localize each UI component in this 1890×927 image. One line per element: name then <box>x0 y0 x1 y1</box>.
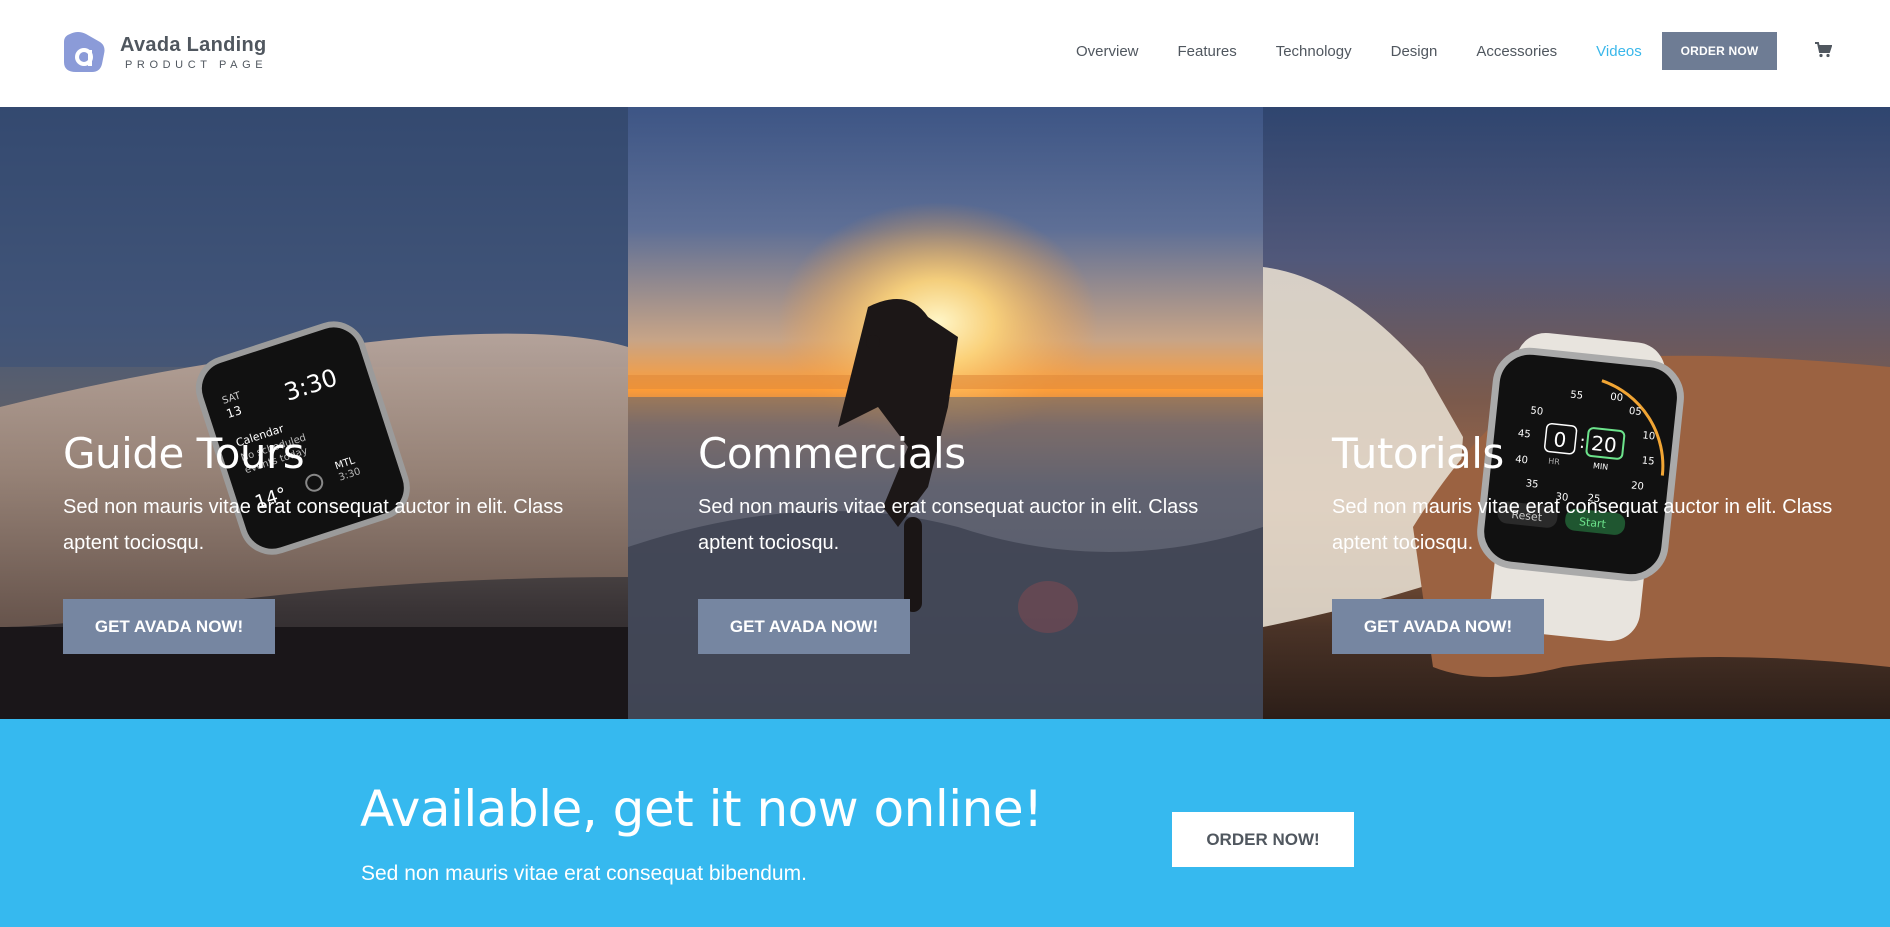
panel-title: Commercials <box>698 429 966 478</box>
feature-panels: SAT 13 3:30 Calendar No scheduled events… <box>0 107 1890 719</box>
nav-videos[interactable]: Videos <box>1596 43 1642 60</box>
nav-technology[interactable]: Technology <box>1276 43 1352 60</box>
panel-title: Guide Tours <box>63 429 305 478</box>
site-header: Avada Landing PRODUCT PAGE Overview Feat… <box>0 0 1890 107</box>
order-now-button[interactable]: ORDER NOW <box>1662 32 1777 70</box>
cta-subtitle: Sed non mauris vitae erat consequat bibe… <box>361 862 807 885</box>
cart-icon[interactable] <box>1814 41 1833 59</box>
panel-text: Sed non mauris vitae erat consequat auct… <box>1332 496 1833 554</box>
get-avada-button[interactable]: GET AVADA NOW! <box>63 599 275 654</box>
get-avada-button[interactable]: GET AVADA NOW! <box>1332 599 1544 654</box>
svg-text:05: 05 <box>1628 406 1642 418</box>
panel-commercials: Commercials Sed non mauris vitae erat co… <box>628 107 1263 719</box>
logo-subtitle: PRODUCT PAGE <box>125 58 268 71</box>
get-avada-button[interactable]: GET AVADA NOW! <box>698 599 910 654</box>
panel-tutorials: 50 55 00 05 10 15 20 45 40 35 30 25 0 HR… <box>1263 107 1890 719</box>
logo-icon <box>60 28 108 76</box>
order-now-cta-button[interactable]: ORDER NOW! <box>1172 812 1354 867</box>
nav-features[interactable]: Features <box>1178 43 1237 60</box>
panel-guide-tours: SAT 13 3:30 Calendar No scheduled events… <box>0 107 628 719</box>
svg-text:50: 50 <box>1530 405 1544 417</box>
nav-accessories[interactable]: Accessories <box>1476 43 1557 60</box>
main-nav: Overview Features Technology Design Acce… <box>1060 32 1681 70</box>
cta-title: Available, get it now online! <box>360 780 1043 838</box>
svg-text:00: 00 <box>1610 392 1624 404</box>
cta-band: Available, get it now online! Sed non ma… <box>0 719 1890 927</box>
panel-text: Sed non mauris vitae erat consequat auct… <box>698 496 1199 554</box>
panel-title: Tutorials <box>1332 429 1504 478</box>
nav-design[interactable]: Design <box>1391 43 1438 60</box>
logo-title: Avada Landing <box>120 33 267 56</box>
logo[interactable]: Avada Landing PRODUCT PAGE <box>60 28 267 76</box>
panel-text: Sed non mauris vitae erat consequat auct… <box>63 496 564 554</box>
svg-text:55: 55 <box>1570 390 1584 402</box>
nav-overview[interactable]: Overview <box>1076 43 1139 60</box>
